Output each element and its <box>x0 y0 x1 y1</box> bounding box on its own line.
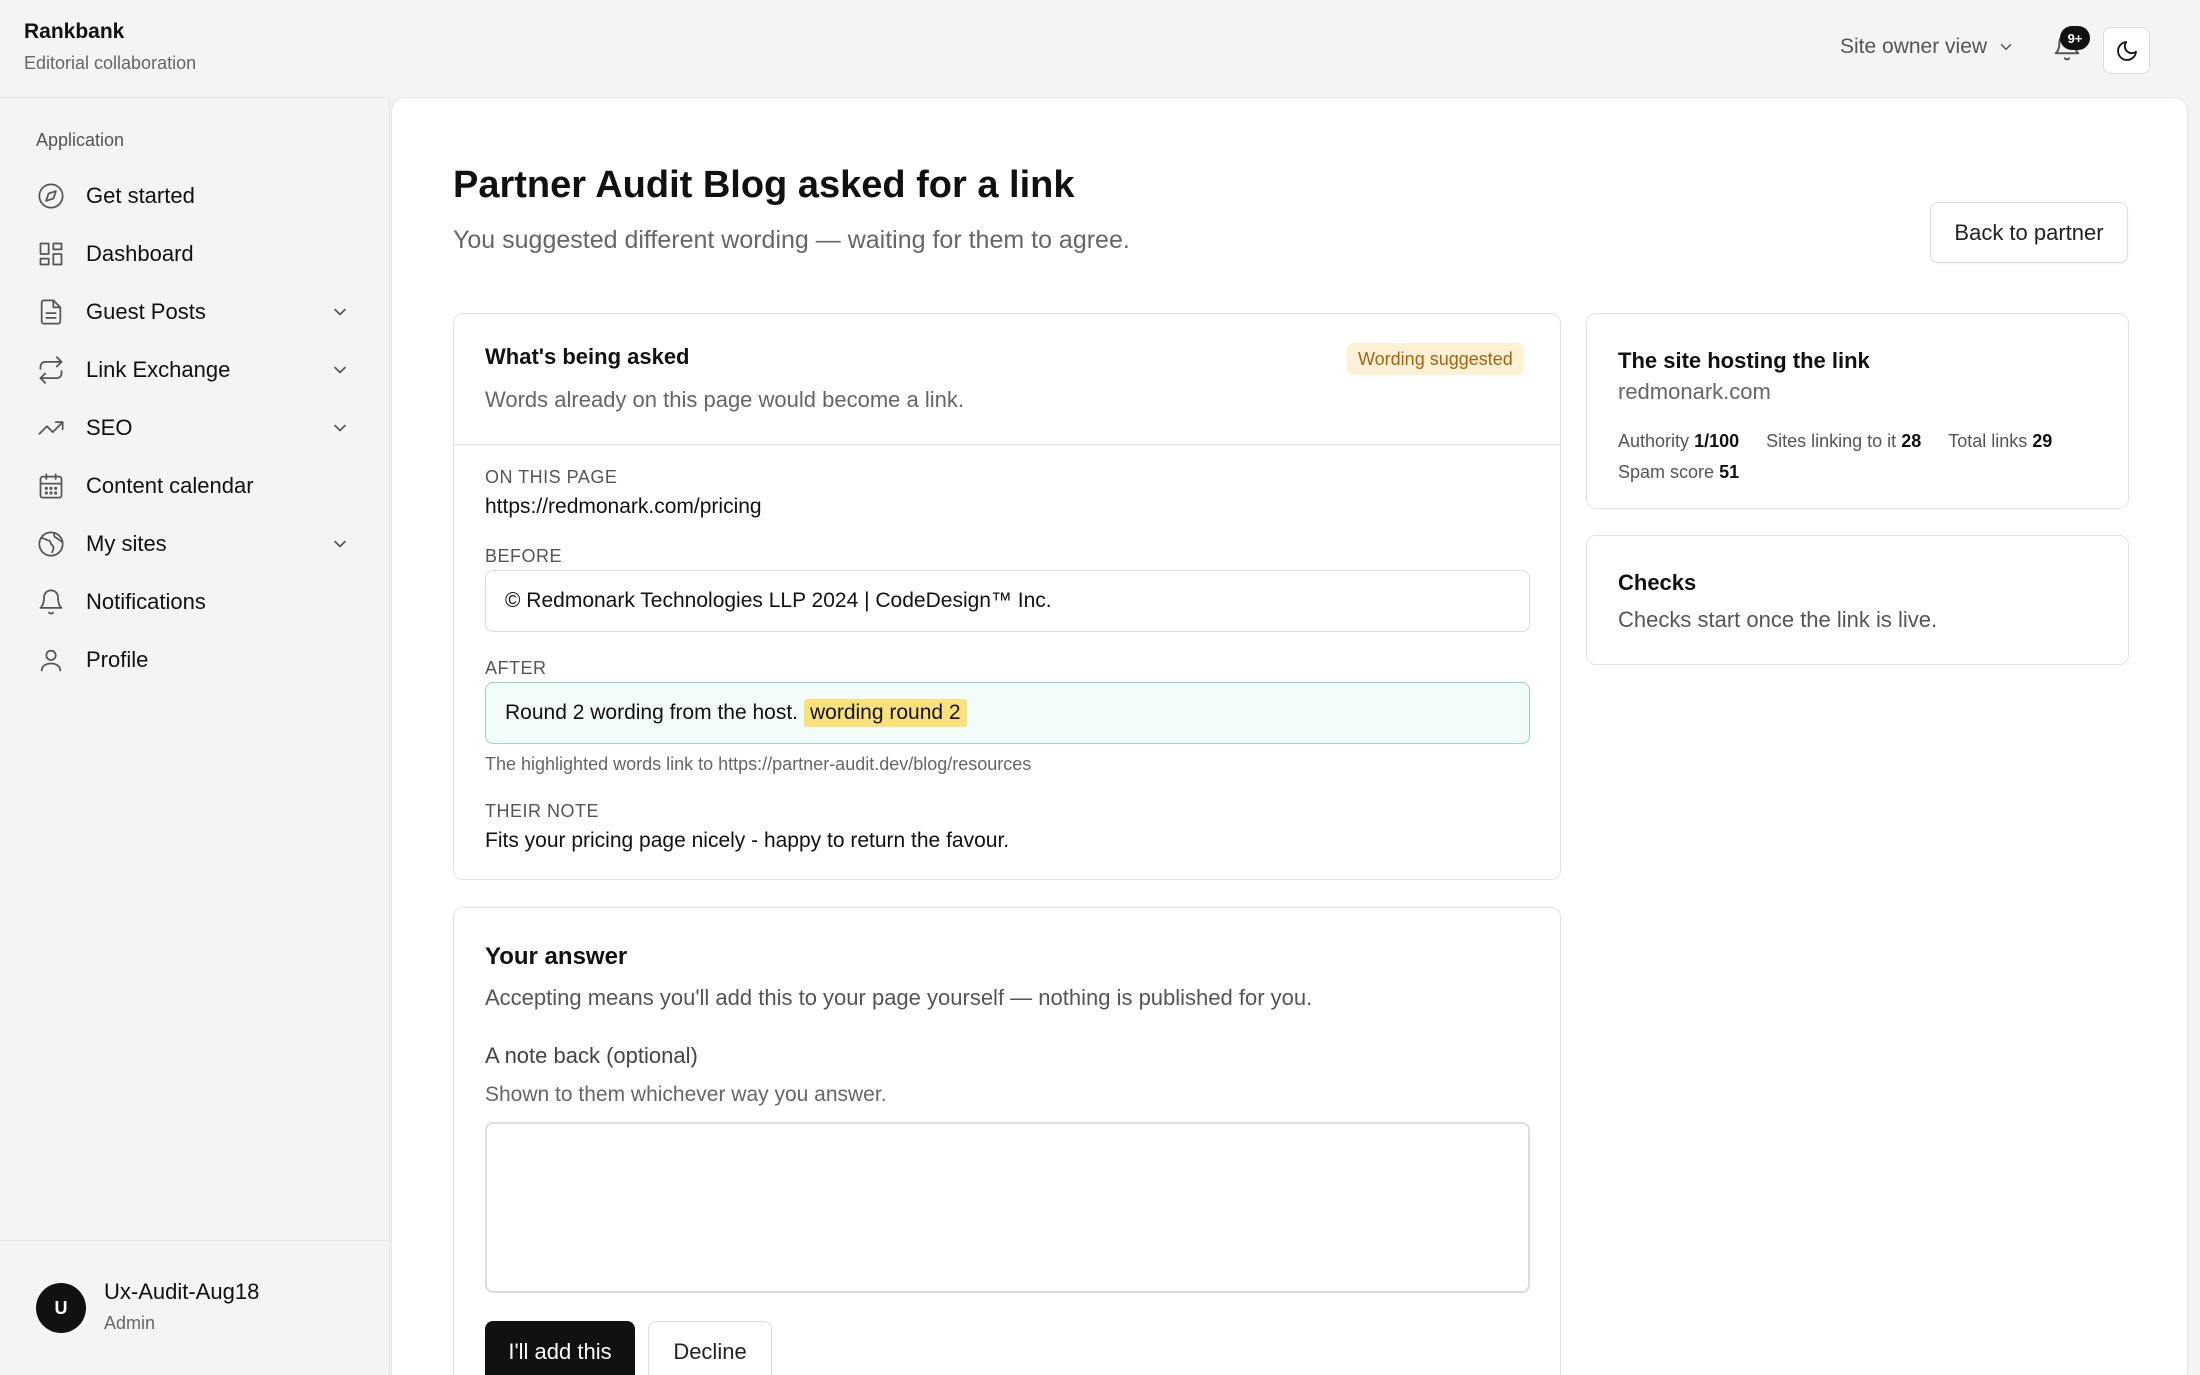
sidebar-item-dashboard[interactable]: Dashboard <box>36 232 356 276</box>
globe-icon <box>36 529 66 559</box>
sidebar-section-label: Application <box>36 130 125 150</box>
user-role: Admin <box>104 1313 156 1333</box>
status-badge: Wording suggested <box>1347 343 1524 375</box>
linking-sites-value: 28 <box>1901 431 1922 451</box>
sidebar-item-label: Link Exchange <box>86 357 231 382</box>
linking-sites-stat: Sites linking to it 28 <box>1766 426 1921 457</box>
app-header: Rankbank Editorial collaboration Site ow… <box>0 0 2200 97</box>
sidebar-item-link-exchange[interactable]: Link Exchange <box>36 348 356 392</box>
moon-icon <box>2116 40 2137 61</box>
chevron-down-icon <box>334 540 346 548</box>
user-name: Ux-Audit-Aug18 <box>104 1279 260 1304</box>
host-site-stats: Authority 1/100 Sites linking to it 28 T… <box>1618 426 2098 488</box>
compass-icon <box>36 181 66 211</box>
view-switcher[interactable]: Site owner view <box>1840 35 2015 59</box>
calendar-icon <box>36 471 66 501</box>
sidebar-item-label: Guest Posts <box>86 299 206 324</box>
host-site-domain: redmonark.com <box>1618 379 1771 404</box>
request-card-header: What's being asked Wording suggested Wor… <box>454 314 1560 445</box>
sidebar: Application Get started Dashboard Guest … <box>0 97 390 1375</box>
app-subtitle: Editorial collaboration <box>24 53 197 73</box>
their-note-text: Fits your pricing page nicely - happy to… <box>485 829 1010 852</box>
after-label: AFTER <box>485 658 547 678</box>
decline-button[interactable]: Decline <box>648 1321 772 1375</box>
chevron-down-icon <box>334 366 346 374</box>
answer-description: Accepting means you'll add this to your … <box>485 985 1313 1010</box>
request-card-title: What's being asked <box>485 344 690 369</box>
theme-toggle-button[interactable] <box>2103 27 2150 74</box>
sidebar-item-guest-posts[interactable]: Guest Posts <box>36 290 356 334</box>
authority-stat: Authority 1/100 <box>1618 426 1739 457</box>
sidebar-item-label: Dashboard <box>86 241 194 266</box>
answer-card: Your answer Accepting means you'll add t… <box>453 907 1561 1375</box>
page-subtitle: You suggested different wording — waitin… <box>453 226 1130 254</box>
notification-count-badge: 9+ <box>2060 26 2090 50</box>
app-name: Rankbank <box>24 20 125 43</box>
link-target-hint: The highlighted words link to https://pa… <box>485 754 1032 774</box>
chevron-down-icon <box>334 308 346 316</box>
chevron-down-icon <box>334 424 346 432</box>
sidebar-item-label: My sites <box>86 531 167 556</box>
note-back-textarea[interactable] <box>485 1122 1530 1293</box>
total-links-label: Total links <box>1948 431 2028 451</box>
spam-score-value: 51 <box>1719 462 1740 482</box>
chevron-down-icon <box>2000 44 2012 50</box>
main-panel: Partner Audit Blog asked for a link You … <box>391 97 2188 1375</box>
sidebar-item-label: SEO <box>86 415 133 440</box>
their-note-label: THEIR NOTE <box>485 801 600 821</box>
total-links-stat: Total links 29 <box>1948 426 2052 457</box>
checks-title: Checks <box>1618 570 1697 595</box>
sidebar-item-get-started[interactable]: Get started <box>36 174 356 218</box>
host-site-card: The site hosting the link redmonark.com … <box>1586 313 2129 509</box>
total-links-value: 29 <box>2032 431 2053 451</box>
spam-score-stat: Spam score 51 <box>1618 457 1739 488</box>
sidebar-item-label: Notifications <box>86 589 206 614</box>
avatar: U <box>36 1283 86 1333</box>
answer-card-title: Your answer <box>485 943 628 970</box>
user-menu[interactable]: U Ux-Audit-Aug18 Admin <box>0 1240 390 1375</box>
before-label: BEFORE <box>485 546 563 566</box>
sidebar-item-label: Profile <box>86 647 149 672</box>
sidebar-item-label: Content calendar <box>86 473 254 498</box>
back-to-partner-button[interactable]: Back to partner <box>1930 202 2128 263</box>
dashboard-grid-icon <box>36 239 66 269</box>
repeat-icon <box>36 355 66 385</box>
request-card: What's being asked Wording suggested Wor… <box>453 313 1561 880</box>
checks-card: Checks Checks start once the link is liv… <box>1586 535 2129 665</box>
view-switcher-label: Site owner view <box>1840 35 1988 58</box>
page-url-value: https://redmonark.com/pricing <box>485 495 762 518</box>
after-text: Round 2 wording from the host. <box>505 701 798 724</box>
note-back-label: A note back (optional) <box>485 1043 698 1068</box>
sidebar-item-content-calendar[interactable]: Content calendar <box>36 464 356 508</box>
sidebar-item-my-sites[interactable]: My sites <box>36 522 356 566</box>
trending-up-icon <box>36 413 66 443</box>
host-site-title: The site hosting the link <box>1618 348 1870 373</box>
page-title: Partner Audit Blog asked for a link <box>453 164 1075 206</box>
spam-score-label: Spam score <box>1618 462 1715 482</box>
highlighted-anchor-text: wording round 2 <box>804 699 967 727</box>
after-text-box: Round 2 wording from the host. wording r… <box>485 682 1530 744</box>
bell-icon <box>36 587 66 617</box>
page-url-label: ON THIS PAGE <box>485 467 618 487</box>
authority-value: 1/100 <box>1694 431 1740 451</box>
authority-label: Authority <box>1618 431 1690 451</box>
accept-button[interactable]: I'll add this <box>485 1321 635 1375</box>
document-icon <box>36 297 66 327</box>
sidebar-item-label: Get started <box>86 183 195 208</box>
request-description: Words already on this page would become … <box>485 387 964 412</box>
linking-sites-label: Sites linking to it <box>1766 431 1897 451</box>
before-text-box: © Redmonark Technologies LLP 2024 | Code… <box>485 570 1530 632</box>
user-icon <box>36 645 66 675</box>
sidebar-item-profile[interactable]: Profile <box>36 638 356 682</box>
before-text: © Redmonark Technologies LLP 2024 | Code… <box>505 589 1052 612</box>
sidebar-item-seo[interactable]: SEO <box>36 406 356 450</box>
sidebar-item-notifications[interactable]: Notifications <box>36 580 356 624</box>
checks-text: Checks start once the link is live. <box>1618 607 1938 632</box>
note-back-hint: Shown to them whichever way you answer. <box>485 1083 887 1106</box>
